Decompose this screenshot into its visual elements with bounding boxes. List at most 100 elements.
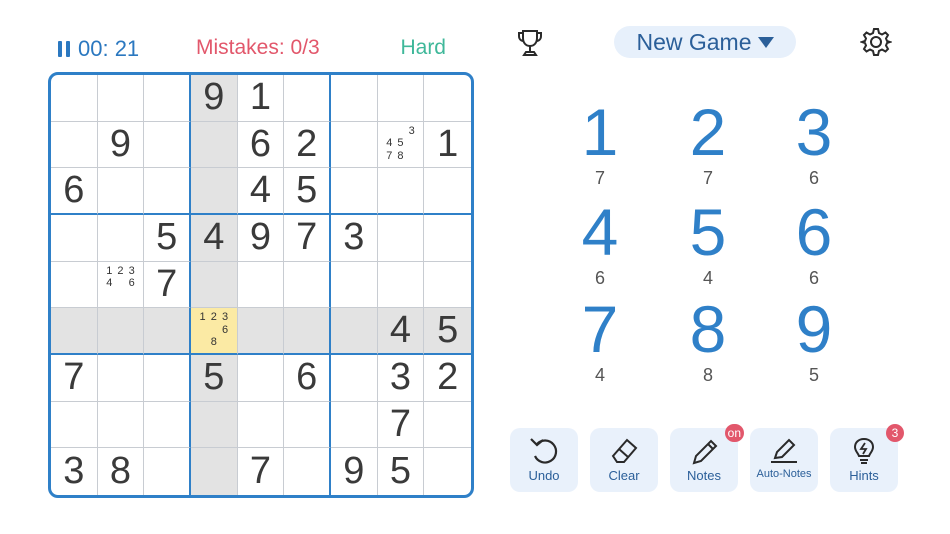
number-key[interactable]: 46 — [545, 198, 655, 294]
board-cell[interactable]: 9 — [97, 121, 145, 169]
board-cell[interactable] — [191, 168, 238, 215]
board-cell[interactable] — [191, 448, 238, 495]
hints-button[interactable]: Hints 3 — [830, 424, 904, 492]
board-cell[interactable] — [51, 121, 98, 169]
number-key[interactable]: 54 — [653, 198, 763, 294]
board-cell[interactable] — [51, 215, 98, 262]
board-cell[interactable] — [284, 75, 331, 122]
board-cell[interactable] — [191, 261, 238, 309]
board-cell[interactable] — [284, 308, 331, 355]
board-cell[interactable]: 9 — [237, 215, 285, 262]
board-cell[interactable] — [424, 215, 471, 262]
board-cell[interactable] — [284, 261, 331, 309]
board-cell[interactable] — [97, 308, 145, 355]
board-cell[interactable]: 3 — [377, 355, 425, 402]
board-cell[interactable]: 5 — [191, 355, 238, 402]
board-cell[interactable] — [97, 168, 145, 215]
board-cell[interactable] — [331, 401, 378, 449]
board-cell[interactable] — [377, 215, 425, 262]
number-key[interactable]: 74 — [545, 295, 655, 391]
notes-button[interactable]: Notes on — [670, 424, 744, 492]
board-cell[interactable] — [144, 355, 191, 402]
board-cell[interactable] — [144, 448, 191, 495]
board-cell[interactable]: 3 — [51, 448, 98, 495]
board-cell[interactable] — [331, 261, 378, 309]
board-cell[interactable]: 12368 — [191, 308, 238, 355]
board-cell[interactable] — [144, 401, 191, 449]
board-cell[interactable] — [331, 308, 378, 355]
board-cell[interactable] — [144, 308, 191, 355]
board-cell[interactable]: 5 — [424, 308, 471, 355]
board-cell[interactable] — [237, 401, 285, 449]
board-cell[interactable] — [191, 121, 238, 169]
board-cell[interactable]: 5 — [284, 168, 331, 215]
board-cell[interactable]: 5 — [144, 215, 191, 262]
board-cell[interactable] — [424, 168, 471, 215]
board-cell[interactable] — [424, 75, 471, 122]
board-cell[interactable] — [237, 355, 285, 402]
board-cell[interactable]: 6 — [237, 121, 285, 169]
number-key[interactable]: 36 — [759, 98, 869, 194]
number-key[interactable]: 66 — [759, 198, 869, 294]
board-cell[interactable] — [284, 401, 331, 449]
board-cell[interactable]: 7 — [377, 401, 425, 449]
board-cell[interactable] — [377, 168, 425, 215]
board-cell[interactable]: 6 — [51, 168, 98, 215]
board-cell[interactable]: 4 — [237, 168, 285, 215]
pause-icon[interactable] — [58, 40, 70, 58]
clear-button[interactable]: Clear — [590, 428, 658, 492]
board-cell[interactable] — [97, 215, 145, 262]
board-cell[interactable]: 7 — [144, 261, 191, 309]
board-cell[interactable] — [424, 402, 471, 449]
board-cell[interactable]: 12346 — [97, 261, 145, 309]
board-cell[interactable] — [51, 75, 98, 122]
undo-button[interactable]: Undo — [510, 428, 578, 492]
board-cell[interactable] — [424, 262, 471, 309]
board-cell[interactable] — [97, 401, 145, 449]
board-cell[interactable]: 4 — [191, 215, 238, 262]
board-cell[interactable]: 7 — [238, 448, 285, 495]
number-key[interactable]: 27 — [653, 98, 763, 194]
board-cell[interactable]: 2 — [284, 121, 331, 169]
board-cell[interactable]: 3 — [331, 215, 378, 262]
board-cell[interactable]: 7 — [51, 355, 98, 402]
number-key[interactable]: 88 — [653, 295, 763, 391]
board-cell[interactable]: 1 — [237, 75, 285, 122]
board-cell[interactable] — [377, 75, 425, 122]
gear-icon[interactable] — [858, 26, 894, 58]
auto-notes-button[interactable]: Auto-Notes — [750, 428, 818, 492]
board-cell[interactable]: 9 — [331, 448, 378, 495]
board-cell[interactable] — [331, 75, 378, 122]
new-game-button[interactable]: New Game — [614, 26, 796, 58]
board-cell[interactable] — [191, 401, 238, 449]
board-cell[interactable] — [331, 355, 378, 402]
board-cell[interactable] — [97, 355, 145, 402]
board-cell[interactable]: 9 — [191, 75, 238, 122]
board-cell[interactable]: 8 — [98, 448, 145, 495]
board-cell[interactable] — [237, 261, 285, 309]
board-cell[interactable]: 7 — [284, 215, 331, 262]
board-cell[interactable]: 3 4578 — [377, 121, 425, 169]
board-cell[interactable] — [284, 448, 331, 495]
number-key[interactable]: 95 — [759, 295, 869, 391]
board-cell[interactable] — [331, 121, 378, 169]
board-cell[interactable]: 6 — [284, 355, 331, 402]
board-cell[interactable] — [237, 308, 285, 355]
trophy-icon[interactable] — [516, 28, 544, 58]
board-cell[interactable] — [424, 448, 471, 495]
board-cell[interactable] — [51, 308, 98, 355]
board-cell[interactable] — [377, 261, 425, 309]
board-cell[interactable] — [144, 168, 191, 215]
board-cell[interactable] — [97, 75, 145, 122]
board-cell[interactable]: 5 — [378, 448, 425, 495]
board-cell[interactable] — [51, 401, 98, 449]
board-cell[interactable] — [144, 75, 191, 122]
board-cell[interactable]: 4 — [377, 308, 425, 355]
board-cell[interactable] — [331, 168, 378, 215]
board-cell[interactable] — [144, 121, 191, 169]
board-cell[interactable] — [51, 261, 98, 309]
timer[interactable]: 00: 21 — [58, 36, 139, 62]
board-cell[interactable]: 2 — [424, 355, 471, 402]
board-cell[interactable]: 1 — [424, 122, 471, 169]
number-key[interactable]: 17 — [545, 98, 655, 194]
